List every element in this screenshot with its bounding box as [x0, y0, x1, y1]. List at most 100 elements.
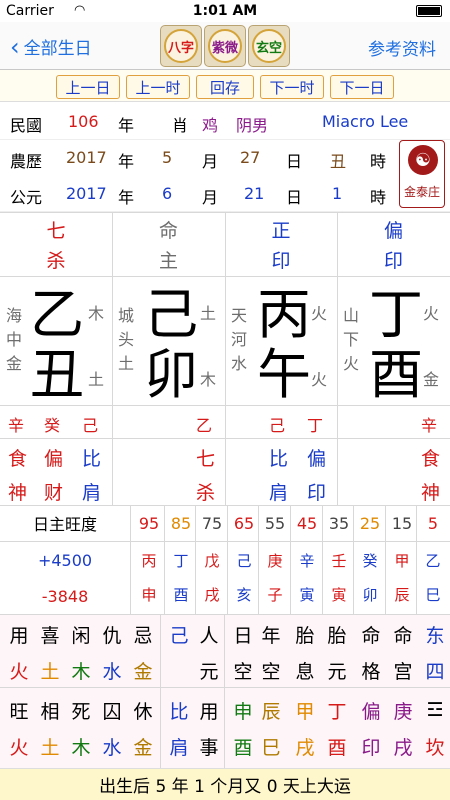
extra-cell: 辰 [261, 700, 281, 723]
strength-value: 5 [427, 513, 439, 533]
solar-hour: 1 [332, 184, 343, 203]
nayin-3: 火 [343, 354, 360, 373]
earthly-branch: 酉 [369, 343, 423, 406]
extra-cell: 坎 [425, 736, 445, 759]
use-god-cell: 用 [9, 624, 29, 647]
extra-cell: 息 [295, 660, 315, 683]
nayin-3: 水 [231, 354, 248, 373]
divider [322, 505, 323, 615]
solar-year: 2017 [66, 184, 107, 203]
extra-cell: 肩 [169, 736, 189, 759]
extra-cell: 酉 [233, 736, 253, 759]
earthly-branch: 丑 [30, 343, 84, 406]
strength-plus: +4500 [37, 550, 93, 570]
divider [0, 687, 450, 688]
strength-value: 35 [328, 513, 350, 533]
extra-cell: 命 [361, 624, 381, 647]
divider [227, 505, 228, 615]
stem-element: 木 [88, 304, 105, 323]
extra-cell: 四 [425, 660, 445, 683]
strength-value: 55 [264, 513, 286, 533]
lunar-month-unit: 月 [202, 152, 219, 171]
solar-day-unit: 日 [286, 188, 303, 207]
extra-cell: 人 [199, 624, 219, 647]
extra-cell: 元 [199, 660, 219, 683]
extra-cell: 命 [393, 624, 413, 647]
pillar-top2: 杀 [46, 249, 66, 272]
strength-branch: 巳 [425, 585, 441, 604]
strength-stem: 辛 [299, 551, 315, 570]
strength-branch: 寅 [331, 585, 347, 604]
prev-day-button[interactable]: 上一日 [56, 75, 120, 99]
ten-god: 神 [8, 482, 28, 504]
nayin-2: 中 [6, 330, 23, 349]
use-god-cell: 喜 [40, 624, 60, 647]
next-hour-button[interactable]: 下一时 [260, 75, 324, 99]
use-god-cell: 金 [133, 660, 153, 683]
save-button[interactable]: 回存 [196, 75, 254, 99]
hour-branch: 丑 [330, 152, 347, 171]
status-bar: Carrier ◠ 1:01 AM [0, 0, 450, 22]
strength-stem: 丙 [141, 551, 157, 570]
prev-hour-button[interactable]: 上一时 [126, 75, 190, 99]
battery-icon [416, 5, 442, 17]
solar-year-unit: 年 [118, 188, 135, 207]
user-name[interactable]: Miacro Lee [322, 112, 408, 131]
extra-cell: 胎 [295, 624, 315, 647]
tab-xuankong[interactable]: 玄空 [248, 25, 290, 67]
lunar-day: 27 [240, 148, 261, 167]
tab-ziwei[interactable]: 紫微 [204, 25, 246, 67]
extra-cell: 丁 [327, 700, 347, 723]
strength-value: 65 [233, 513, 255, 533]
gender: 阴男 [236, 116, 269, 135]
strength-value: 95 [138, 513, 160, 533]
minguo-year: 106 [68, 112, 99, 131]
nayin-2: 下 [343, 330, 360, 349]
use-god-cell: 木 [71, 736, 91, 759]
extra-cell: 申 [233, 700, 253, 723]
extra-cell: 胎 [327, 624, 347, 647]
next-day-button[interactable]: 下一日 [330, 75, 394, 99]
lunar-hour-unit: 時 [370, 152, 387, 171]
extra-cell: 东 [425, 624, 445, 647]
extra-cell: 印 [361, 736, 381, 759]
divider [385, 505, 386, 615]
hidden-stem: 己 [269, 416, 286, 435]
branch-element: 金 [423, 370, 440, 389]
back-button[interactable]: ‹ 全部生日 [10, 34, 92, 60]
pillar-top1: 正 [271, 219, 291, 242]
zodiac-label: 肖 [172, 116, 189, 135]
use-god-cell: 火 [9, 660, 29, 683]
back-label: 全部生日 [23, 39, 92, 59]
bazi-tile-label: 八字 [164, 29, 198, 63]
lunar-year-unit: 年 [118, 152, 135, 171]
ten-god: 七 [196, 448, 216, 470]
jintaizhuang-logo[interactable]: ☯ 金泰庄 [399, 140, 445, 208]
use-god-cell: 忌 [133, 624, 153, 647]
extra-cell: 戌 [393, 736, 413, 759]
hidden-stem: 癸 [44, 416, 61, 435]
clock: 1:01 AM [192, 3, 258, 19]
strength-stem: 庚 [267, 551, 283, 570]
minguo-row: 民國 106 年 肖 鸡 阴男 Miacro Lee [0, 104, 450, 140]
ten-god: 神 [421, 482, 441, 504]
hidden-stem: 辛 [8, 416, 25, 435]
nayin-1: 海 [6, 306, 23, 325]
tab-bazi[interactable]: 八字 [160, 25, 202, 67]
strength-value: 85 [170, 513, 192, 533]
ten-god: 印 [307, 482, 327, 504]
use-god-cell: 木 [71, 660, 91, 683]
navigation-buttons-row: 上一日 上一时 回存 下一时 下一日 [0, 70, 450, 102]
ziwei-tile-label: 紫微 [208, 29, 242, 63]
reference-button[interactable]: 参考资料 [368, 35, 436, 60]
strength-value: 45 [296, 513, 318, 533]
minguo-label: 民國 [10, 116, 43, 135]
nayin-3: 金 [6, 354, 23, 373]
stem-element: 火 [311, 304, 328, 323]
heavenly-stem: 丁 [369, 283, 423, 346]
lunar-year: 2017 [66, 148, 107, 167]
hidden-stem: 己 [82, 416, 99, 435]
use-god-cell: 旺 [9, 700, 29, 723]
pillar-top2: 印 [383, 249, 403, 272]
year-unit: 年 [118, 116, 135, 135]
